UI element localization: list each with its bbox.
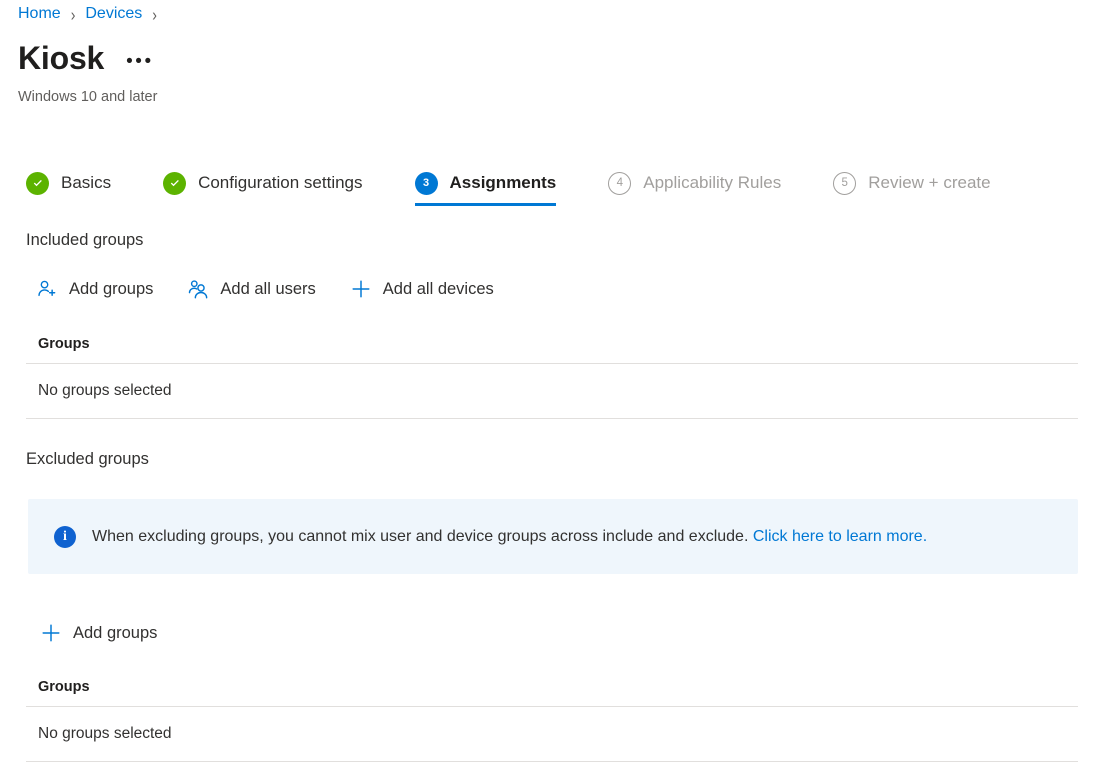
add-groups-label: Add groups: [69, 278, 153, 300]
plus-icon: [348, 276, 374, 302]
tab-review-create[interactable]: 5 Review + create: [833, 160, 990, 206]
step-number-badge-3: 3: [415, 172, 438, 195]
exclusion-info-message: When excluding groups, you cannot mix us…: [92, 528, 748, 545]
included-groups-grid: Groups No groups selected: [26, 328, 1078, 419]
add-groups-button[interactable]: Add groups: [34, 272, 153, 306]
tab-applicability-rules-label: Applicability Rules: [643, 172, 781, 194]
add-all-users-label: Add all users: [220, 278, 315, 300]
step-number-badge-4: 4: [608, 172, 631, 195]
breadcrumb: Home › Devices ›: [18, 2, 167, 26]
excluded-grid-empty-row: No groups selected: [26, 707, 1078, 762]
tab-configuration-settings[interactable]: Configuration settings: [163, 160, 362, 206]
exclusion-info-banner: i When excluding groups, you cannot mix …: [28, 499, 1078, 574]
exclusion-info-text: When excluding groups, you cannot mix us…: [92, 526, 927, 548]
included-grid-column-header-groups[interactable]: Groups: [26, 328, 1078, 364]
breadcrumb-item-devices[interactable]: Devices: [85, 3, 142, 25]
tab-assignments[interactable]: 3 Assignments: [415, 160, 557, 206]
learn-more-link[interactable]: Click here to learn more.: [753, 528, 927, 545]
excluded-groups-command-bar: Add groups: [38, 616, 157, 650]
breadcrumb-separator-icon-2: ›: [152, 0, 157, 28]
person-add-icon: [34, 276, 60, 302]
tab-assignments-label: Assignments: [450, 172, 557, 194]
breadcrumb-item-home[interactable]: Home: [18, 3, 61, 25]
plus-icon: [38, 620, 64, 646]
people-group-icon: [185, 276, 211, 302]
included-groups-heading: Included groups: [26, 229, 143, 251]
breadcrumb-separator-icon: ›: [71, 0, 76, 28]
excluded-groups-grid: Groups No groups selected: [26, 671, 1078, 762]
excluded-groups-heading: Excluded groups: [26, 448, 149, 470]
included-grid-empty-row: No groups selected: [26, 364, 1078, 419]
tab-configuration-settings-label: Configuration settings: [198, 172, 362, 194]
wizard-step-tabs: Basics Configuration settings 3 Assignme…: [26, 160, 991, 206]
info-icon: i: [54, 526, 76, 548]
add-all-devices-label: Add all devices: [383, 278, 494, 300]
tab-review-create-label: Review + create: [868, 172, 990, 194]
tab-applicability-rules[interactable]: 4 Applicability Rules: [608, 160, 781, 206]
check-icon: [26, 172, 49, 195]
excluded-add-groups-label: Add groups: [73, 622, 157, 644]
excluded-grid-column-header-groups[interactable]: Groups: [26, 671, 1078, 707]
check-icon: [163, 172, 186, 195]
excluded-add-groups-button[interactable]: Add groups: [38, 616, 157, 650]
add-all-devices-button[interactable]: Add all devices: [348, 272, 494, 306]
page-title: Kiosk: [18, 38, 104, 78]
active-tab-underline: [415, 203, 557, 206]
add-all-users-button[interactable]: Add all users: [185, 272, 315, 306]
more-actions-ellipsis-icon[interactable]: •••: [126, 57, 153, 67]
page-subtitle: Windows 10 and later: [18, 87, 157, 107]
step-number-badge-5: 5: [833, 172, 856, 195]
tab-basics-label: Basics: [61, 172, 111, 194]
included-groups-command-bar: Add groups Add all users Add all devices: [34, 272, 494, 306]
page-header: Kiosk •••: [18, 38, 154, 78]
tab-basics[interactable]: Basics: [26, 160, 111, 206]
